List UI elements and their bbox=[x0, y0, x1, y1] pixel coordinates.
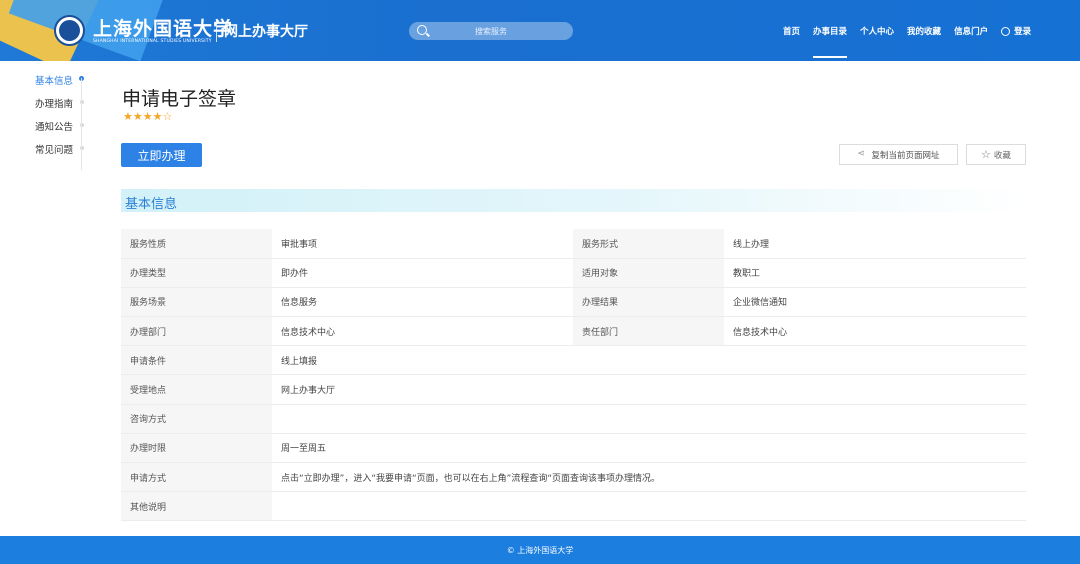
login-icon bbox=[1001, 26, 1011, 36]
nav-personal-center[interactable]: 个人中心 bbox=[860, 25, 894, 37]
table-row: 办理部门 信息技术中心 责任部门 信息技术中心 bbox=[121, 316, 1026, 347]
field-value: 企业微信通知 bbox=[724, 287, 1026, 318]
search-placeholder: 搜索服务 bbox=[475, 27, 507, 36]
page-footer: © 上海外国语大学 bbox=[0, 536, 1080, 564]
field-value: 信息服务 bbox=[272, 287, 573, 318]
field-label: 其他说明 bbox=[121, 491, 272, 522]
favorite-button[interactable]: ☆ 收藏 bbox=[966, 144, 1026, 165]
field-value: 即办件 bbox=[272, 258, 573, 288]
field-value: 审批事项 bbox=[272, 229, 573, 259]
field-label: 办理部门 bbox=[121, 316, 272, 347]
field-value: 线上填报 bbox=[272, 345, 1026, 376]
field-value bbox=[272, 404, 1026, 434]
field-label: 责任部门 bbox=[573, 316, 724, 347]
star-filled-icon: ★ bbox=[132, 110, 143, 123]
nav-home[interactable]: 首页 bbox=[783, 25, 800, 37]
sidebar-item-faq[interactable]: 常见问题 bbox=[35, 142, 84, 165]
field-label: 办理类型 bbox=[121, 258, 272, 288]
star-filled-icon: ★ bbox=[123, 110, 133, 123]
field-value: 教职工 bbox=[724, 258, 1026, 288]
table-row: 咨询方式 bbox=[121, 404, 1026, 434]
field-label: 办理结果 bbox=[573, 287, 724, 318]
sidebar-item-label: 办理指南 bbox=[35, 99, 74, 110]
field-label: 服务形式 bbox=[573, 229, 724, 259]
section-header-basic-info: 基本信息 bbox=[121, 189, 1026, 212]
field-label: 服务场景 bbox=[121, 287, 272, 318]
field-value: 信息技术中心 bbox=[724, 316, 1026, 347]
section-title: 基本信息 bbox=[125, 197, 178, 212]
table-row: 办理类型 即办件 适用对象 教职工 bbox=[121, 258, 1026, 288]
favorite-label: 收藏 bbox=[993, 150, 1011, 161]
university-name-cn[interactable]: 上海外国语大学 bbox=[93, 14, 233, 41]
table-row: 办理时限 周一至周五 bbox=[121, 433, 1026, 464]
sidebar-item-basic-info[interactable]: 基本信息 bbox=[35, 73, 84, 96]
sidebar-item-label: 通知公告 bbox=[35, 122, 74, 133]
top-header: 上海外国语大学 SHANGHAI INTERNATIONAL STUDIES U… bbox=[0, 0, 1080, 61]
table-row: 申请条件 线上填报 bbox=[121, 345, 1026, 376]
field-value: 信息技术中心 bbox=[272, 316, 573, 347]
sidebar-item-notices[interactable]: 通知公告 bbox=[35, 119, 84, 142]
star-filled-icon: ★ bbox=[142, 110, 153, 123]
sidebar-item-label: 基本信息 bbox=[35, 76, 74, 87]
search-input[interactable]: 搜索服务 bbox=[409, 22, 573, 40]
page-title: 申请电子签章 bbox=[122, 88, 237, 110]
share-icon: ⋖ bbox=[857, 149, 866, 159]
university-logo-icon[interactable] bbox=[54, 15, 85, 46]
sidebar: 基本信息 办理指南 通知公告 常见问题 bbox=[35, 73, 84, 165]
nav-info-portal[interactable]: 信息门户 bbox=[954, 25, 988, 37]
field-value: 线上办理 bbox=[724, 229, 1026, 259]
university-name-en: SHANGHAI INTERNATIONAL STUDIES UNIVERSIT… bbox=[93, 39, 212, 44]
sidebar-divider bbox=[81, 78, 82, 170]
footer-copyright: © 上海外国语大学 bbox=[506, 545, 574, 555]
portal-name[interactable]: 网上办事大厅 bbox=[224, 21, 308, 41]
login-button[interactable]: 登录 bbox=[1001, 25, 1031, 37]
nav-my-favorites[interactable]: 我的收藏 bbox=[907, 25, 941, 37]
table-row: 申请方式 点击“立即办理”，进入“我要申请“页面，也可以在右上角”流程查询“页面… bbox=[121, 462, 1026, 493]
star-filled-icon: ★ bbox=[152, 110, 163, 123]
sidebar-item-guide[interactable]: 办理指南 bbox=[35, 96, 84, 119]
table-row: 其他说明 bbox=[121, 491, 1026, 522]
apply-now-button[interactable]: 立即办理 bbox=[121, 143, 202, 167]
star-outline-icon: ☆ bbox=[981, 148, 991, 161]
table-row: 服务场景 信息服务 办理结果 企业微信通知 bbox=[121, 287, 1026, 318]
field-label: 申请方式 bbox=[121, 462, 272, 493]
login-label: 登录 bbox=[1014, 27, 1032, 37]
copy-url-button[interactable]: ⋖ 复制当前页面网址 bbox=[839, 144, 958, 165]
field-value bbox=[272, 491, 1026, 522]
field-label: 受理地点 bbox=[121, 374, 272, 405]
field-label: 服务性质 bbox=[121, 229, 272, 259]
basic-info-table: 服务性质 审批事项 服务形式 线上办理 办理类型 即办件 适用对象 教职工 服务… bbox=[121, 229, 1026, 522]
copy-url-label: 复制当前页面网址 bbox=[871, 150, 940, 161]
star-empty-icon: ☆ bbox=[162, 110, 173, 123]
field-label: 申请条件 bbox=[121, 345, 272, 376]
sidebar-item-label: 常见问题 bbox=[35, 145, 74, 156]
main-nav: 首页 办事目录 个人中心 我的收藏 信息门户 登录 bbox=[783, 25, 1044, 58]
table-row: 服务性质 审批事项 服务形式 线上办理 bbox=[121, 229, 1026, 259]
table-row: 受理地点 网上办事大厅 bbox=[121, 374, 1026, 405]
field-value: 点击“立即办理”，进入“我要申请“页面，也可以在右上角”流程查询“页面查询该事项… bbox=[272, 462, 1026, 493]
field-value: 网上办事大厅 bbox=[272, 374, 1026, 405]
field-label: 适用对象 bbox=[573, 258, 724, 288]
rating-stars: ★★★★☆ bbox=[123, 110, 172, 123]
nav-service-catalog[interactable]: 办事目录 bbox=[813, 25, 848, 58]
field-label: 办理时限 bbox=[121, 433, 272, 464]
field-value: 周一至周五 bbox=[272, 433, 1026, 464]
field-label: 咨询方式 bbox=[121, 404, 272, 434]
logo-divider bbox=[216, 19, 217, 42]
